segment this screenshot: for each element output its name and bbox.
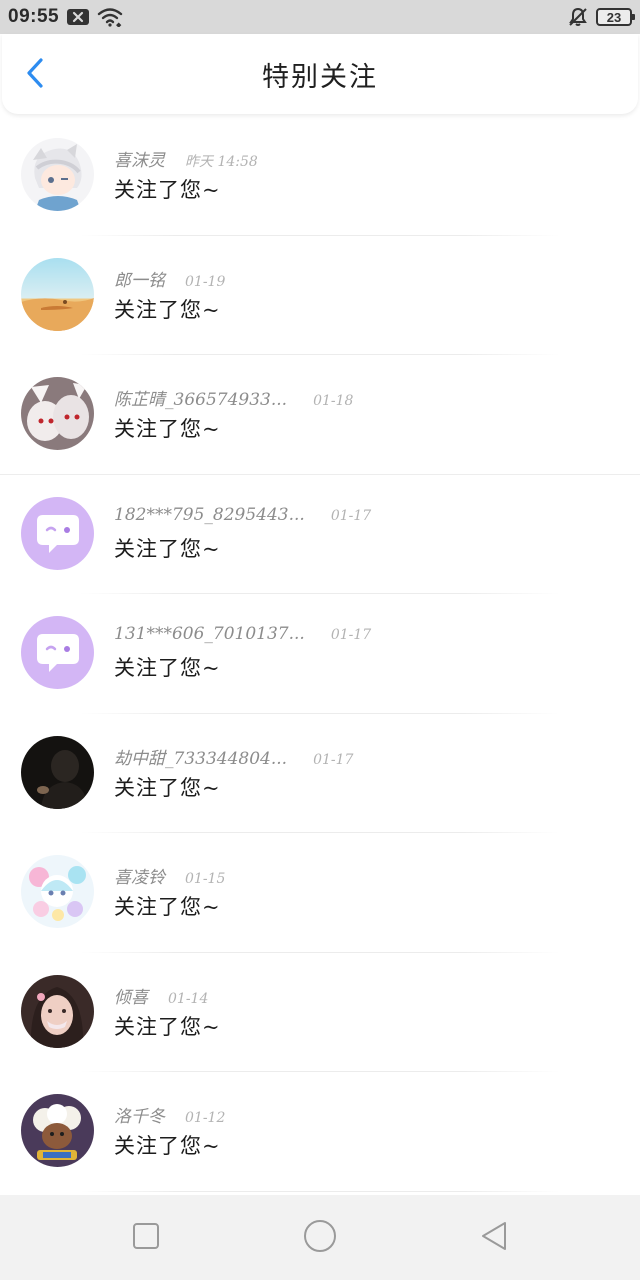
status-time: 09:55 (8, 6, 60, 27)
list-item[interactable]: 喜沫灵 昨天 14:58 关注了您~ (0, 116, 640, 236)
top-app-bar: 特别关注 (2, 34, 638, 114)
avatar[interactable] (21, 1094, 94, 1167)
list-item[interactable]: 陈芷晴_366574933... 01-18 关注了您~ (0, 355, 640, 475)
list-item[interactable]: 洛千冬 01-12 关注了您~ (0, 1072, 640, 1192)
avatar[interactable] (21, 257, 94, 331)
message-text: 关注了您~ (114, 178, 221, 202)
timestamp: 昨天 14:58 (185, 154, 258, 170)
message-text: 关注了您~ (114, 656, 221, 680)
message-text: 关注了您~ (114, 1014, 221, 1039)
sender-name: 洛千冬 (114, 1107, 165, 1127)
list-item[interactable]: 喜凌铃 01-15 关注了您~ (0, 833, 640, 953)
timestamp: 01-12 (185, 1110, 226, 1126)
recent-apps-button[interactable] (129, 1221, 163, 1255)
timestamp: 01-18 (313, 393, 354, 409)
message-text: 关注了您~ (114, 775, 221, 800)
timestamp: 01-17 (330, 507, 372, 524)
status-bar: 09:55 ◆ 23 (0, 0, 640, 34)
chevron-left-icon (25, 57, 45, 93)
avatar[interactable] (21, 616, 94, 689)
avatar[interactable] (21, 855, 94, 928)
sender-name: 喜凌铃 (114, 868, 165, 888)
list-item[interactable]: 郎一铭 01-19 关注了您~ (0, 236, 640, 355)
message-text: 关注了您~ (114, 417, 221, 441)
home-button[interactable] (303, 1219, 337, 1257)
avatar[interactable] (21, 735, 94, 809)
sender-name: 182***795_8295443... (114, 504, 305, 525)
back-triangle-icon (479, 1220, 509, 1256)
list-item[interactable]: 劫中甜_733344804... 01-17 关注了您~ (0, 714, 640, 833)
system-nav-bar (0, 1195, 640, 1280)
timestamp: 01-19 (185, 273, 226, 290)
notification-x-icon (67, 9, 90, 25)
svg-text:◆: ◆ (116, 21, 122, 27)
sender-name: 喜沫灵 (114, 151, 165, 171)
back-button[interactable] (20, 58, 50, 92)
avatar[interactable] (21, 138, 94, 211)
battery-icon: 23 (596, 8, 635, 26)
list-item[interactable]: 182***795_8295443... 01-17 关注了您~ (0, 475, 640, 594)
sender-name: 劫中甜_733344804... (114, 748, 288, 769)
home-icon (303, 1219, 337, 1257)
timestamp: 01-17 (313, 751, 354, 768)
timestamp: 01-15 (185, 871, 226, 887)
message-text: 关注了您~ (114, 1134, 221, 1158)
message-text: 关注了您~ (114, 895, 221, 919)
sender-name: 郎一铭 (114, 270, 165, 291)
timestamp: 01-17 (330, 627, 372, 643)
recent-apps-icon (132, 1222, 160, 1254)
avatar[interactable] (21, 974, 94, 1048)
wifi-icon: ◆ (97, 7, 123, 27)
avatar[interactable] (21, 496, 94, 570)
timestamp: 01-14 (168, 990, 209, 1007)
sender-name: 陈芷晴_366574933... (114, 390, 288, 410)
divider (80, 1190, 560, 1192)
message-text: 关注了您~ (114, 536, 221, 561)
list-item[interactable]: 倾喜 01-14 关注了您~ (0, 953, 640, 1072)
nav-back-button[interactable] (477, 1221, 511, 1255)
sender-name: 倾喜 (114, 987, 148, 1008)
avatar[interactable] (21, 377, 94, 450)
bell-off-icon (568, 7, 588, 27)
battery-level: 23 (606, 9, 622, 25)
message-text: 关注了您~ (114, 297, 221, 322)
list-item[interactable]: 131***606_7010137... 01-17 关注了您~ (0, 594, 640, 714)
sender-name: 131***606_7010137... (114, 624, 305, 644)
follow-list: 喜沫灵 昨天 14:58 关注了您~ 郎一铭 01-19 关注了您~ 陈芷晴_3… (0, 116, 640, 1192)
page-title: 特别关注 (262, 61, 378, 93)
